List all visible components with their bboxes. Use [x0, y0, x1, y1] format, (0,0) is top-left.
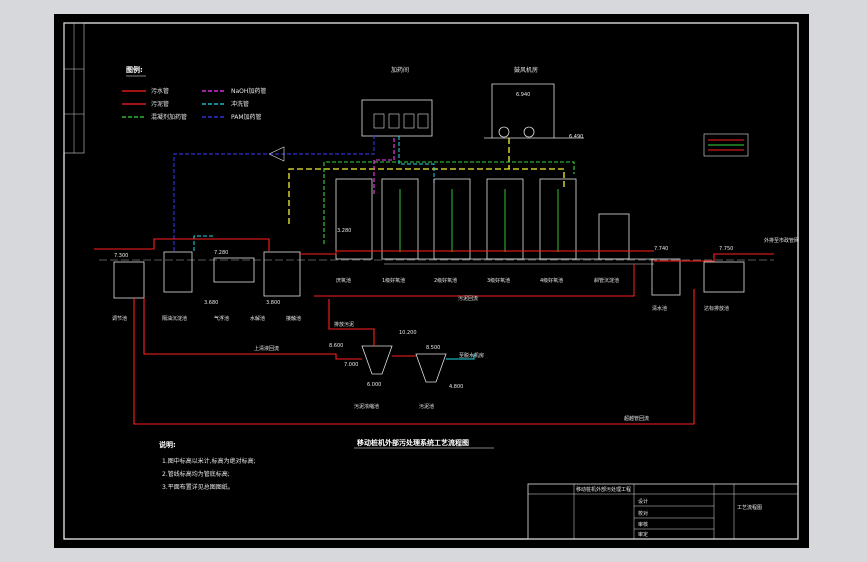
unit-label: 隔油沉淀池	[162, 315, 187, 322]
unit-label: 1级好氧池	[382, 277, 405, 284]
air-flotation-tank	[213, 257, 255, 283]
sludge-tank	[415, 353, 447, 383]
drawing-sheet: 图例: 污水管 污泥管 混凝剂加药管 NaOH加药管 冲洗管 PAM加药管 加药…	[54, 14, 809, 548]
pipe-label: 超越管回流	[624, 415, 649, 422]
sewage-pipe	[94, 238, 270, 251]
legend-label-2: 混凝剂加药管	[151, 113, 187, 121]
dosing-room	[361, 99, 433, 137]
note-line: 2.管线标高均为管底标高;	[162, 470, 230, 478]
elevation-label: 7.740	[654, 246, 668, 252]
elevation-label: 6.940	[516, 92, 530, 98]
dosing-tank-icon	[388, 113, 400, 129]
elevation-label: 3.680	[204, 300, 218, 306]
pipe-label: 外排至市政管网	[764, 237, 799, 244]
elevation-label: 8.500	[426, 345, 440, 351]
unit-label: 水解池	[250, 315, 265, 322]
unit-label: 斜管沉淀池	[594, 277, 619, 284]
legend-label-5: PAM加药管	[231, 113, 262, 121]
unit-label: 清水池	[652, 305, 667, 312]
flush-pipe	[398, 136, 435, 184]
notes-title: 说明:	[159, 440, 176, 449]
legend-label-4: 冲洗管	[231, 100, 249, 108]
title-block-project: 移动桩机外部污处理工程	[576, 486, 631, 493]
regulating-tank	[113, 261, 145, 299]
note-line: 3.平面布置详见总图图纸。	[162, 483, 234, 491]
legend-label-3: NaOH加药管	[231, 87, 266, 95]
elevation-label: 3.800	[266, 300, 280, 306]
discharge-tank	[703, 261, 745, 293]
coagulant-dosing-pipe	[323, 161, 575, 244]
anaerobic-tank	[335, 178, 373, 260]
title-block-row: 校对	[638, 510, 648, 517]
unit-label: 气浮池	[214, 315, 229, 322]
sludge-thickener	[361, 345, 393, 375]
elevation-label: 8.600	[329, 343, 343, 349]
blower-room-label: 鼓风机房	[514, 66, 538, 74]
unit-label: 污泥池	[419, 403, 434, 410]
process-flow-diagram: 图例: 污水管 污泥管 混凝剂加药管 NaOH加药管 冲洗管 PAM加药管 加药…	[63, 22, 799, 540]
pipe-label: 至脱水机房	[459, 352, 484, 359]
legend-label-1: 污泥管	[151, 100, 169, 108]
note-line: 1.图中标高以米计,标高为绝对标高;	[162, 457, 256, 465]
blower-icon	[523, 126, 535, 138]
unit-label: 污泥浓缩池	[354, 403, 379, 410]
notes: 说明: 1.图中标高以米计,标高为绝对标高; 2.管线标高均为管底标高; 3.平…	[159, 440, 256, 491]
unit-label: 厌氧池	[336, 277, 351, 284]
dosing-tank-icon	[373, 113, 385, 129]
dosing-tank-icon	[417, 113, 429, 129]
settling-tank	[598, 213, 630, 260]
legend-label-0: 污水管	[151, 87, 169, 95]
elevation-label: 6.000	[367, 382, 381, 388]
pipe-label: 污泥回流	[458, 295, 478, 302]
elevation-label: 10.200	[399, 330, 417, 336]
unit-label: 达标排放池	[704, 305, 729, 312]
unit-label: 调节池	[112, 315, 127, 322]
dosing-room-label: 加药间	[391, 66, 409, 74]
dosing-tank-icon	[403, 113, 415, 129]
pipe-label: 上清液回流	[254, 345, 279, 352]
elevation-label: 3.280	[337, 228, 351, 234]
elevation-label: 6.490	[569, 134, 583, 140]
elevation-label: 7.280	[214, 250, 228, 256]
title-block-drawing-name: 工艺流程图	[737, 504, 762, 511]
title-block: 移动桩机外部污处理工程 工艺流程图 设计 校对 审核 审定	[527, 483, 799, 540]
pipe-label: 排放污泥	[334, 321, 354, 328]
unit-label: 接触池	[286, 315, 301, 322]
legend-title: 图例:	[126, 65, 143, 74]
legend: 图例: 污水管 污泥管 混凝剂加药管 NaOH加药管 冲洗管 PAM加药管	[122, 65, 266, 121]
naoh-dosing-pipe	[373, 136, 395, 194]
unit-label: 4级好氧池	[540, 277, 563, 284]
elevation-label: 4.800	[449, 384, 463, 390]
hydrolysis-tank	[263, 251, 301, 297]
unit-label: 2级好氧池	[434, 277, 457, 284]
title-block-row: 设计	[638, 498, 648, 505]
oil-separation-tank	[163, 251, 193, 293]
elevation-label: 7.750	[719, 246, 733, 252]
unit-label: 3级好氧池	[487, 277, 510, 284]
elevation-label: 7.300	[114, 253, 128, 259]
clear-water-tank	[651, 258, 681, 296]
title-block-row: 审核	[638, 521, 648, 528]
blower-icon	[498, 126, 510, 138]
drawing-title: 移动桩机外部污处理系统工艺流程图	[357, 438, 469, 447]
elevation-label: 7.000	[344, 362, 358, 368]
title-block-row: 审定	[638, 531, 648, 538]
